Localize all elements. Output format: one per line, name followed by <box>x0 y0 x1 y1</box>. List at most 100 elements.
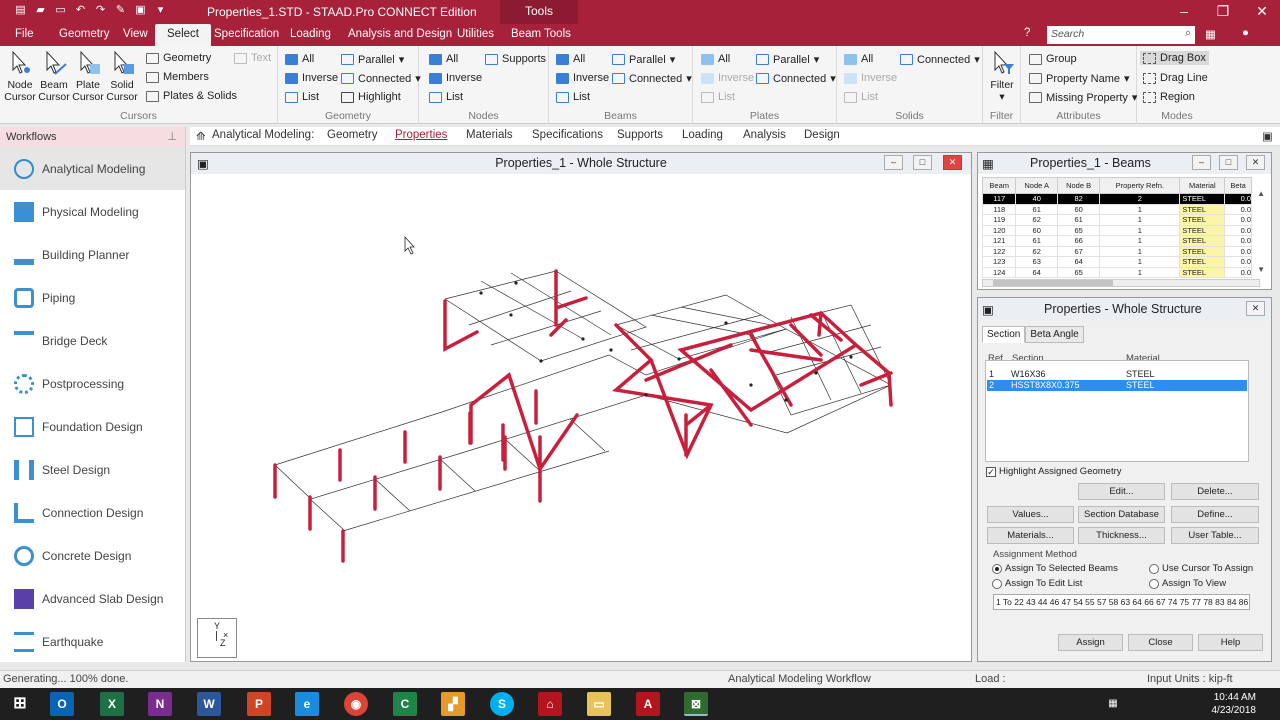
table-cell[interactable]: 0.0 <box>1224 214 1252 226</box>
open-folder-icon[interactable]: ▰ <box>34 4 47 17</box>
column-header[interactable]: Node A <box>1015 177 1058 194</box>
table-cell[interactable]: STEEL <box>1179 203 1226 215</box>
table-cell[interactable]: STEEL <box>1179 256 1226 268</box>
column-header[interactable]: Node B <box>1056 177 1101 194</box>
dialog-close-icon[interactable]: ✕ <box>1246 301 1265 316</box>
table-cell[interactable]: 1 <box>1099 224 1181 236</box>
open-icon[interactable]: ▭ <box>54 4 67 17</box>
plates-inverse-button[interactable]: Inverse <box>701 72 754 84</box>
table-cell[interactable]: 121 <box>981 235 1017 247</box>
table-cell[interactable]: 123 <box>981 256 1017 268</box>
nodes-supports-button[interactable]: Supports <box>485 53 546 65</box>
outlook-icon[interactable]: O <box>50 692 74 716</box>
subtab-materials[interactable]: Materials <box>466 129 513 141</box>
chrome-icon[interactable]: ◉ <box>344 692 368 716</box>
table-cell[interactable]: STEEL <box>1179 235 1226 247</box>
powerpoint-icon[interactable]: P <box>247 692 271 716</box>
subtab-properties[interactable]: Properties <box>395 129 447 141</box>
workflow-physical-modeling[interactable]: Physical Modeling <box>0 190 185 233</box>
highlight-assigned-checkbox[interactable]: ✓ Highlight Assigned Geometry <box>986 466 1122 477</box>
geometry-connected-button[interactable]: Connected ▾ <box>341 72 421 85</box>
subtab-geometry[interactable]: Geometry <box>327 129 378 141</box>
drag-box-button[interactable]: Drag Box <box>1140 51 1209 65</box>
workflow-building-planner[interactable]: Building Planner <box>0 233 185 276</box>
table-cell[interactable]: 120 <box>981 224 1017 236</box>
table-cell[interactable]: 0.0 <box>1224 193 1252 205</box>
solids-all-button[interactable]: All <box>844 53 873 65</box>
account-icon[interactable]: ▦ <box>1205 27 1216 41</box>
plates-connected-button[interactable]: Connected ▾ <box>756 72 836 85</box>
table-cell[interactable]: 0.0 <box>1224 224 1252 236</box>
windows-start-icon[interactable]: ⊞ <box>8 692 32 716</box>
solids-inverse-button[interactable]: Inverse <box>844 72 897 84</box>
table-close-icon[interactable]: ✕ <box>1246 155 1265 170</box>
table-cell[interactable]: 62 <box>1015 214 1058 226</box>
workflow-bridge-deck[interactable]: Bridge Deck <box>0 319 185 362</box>
tab-beam-tools[interactable]: Beam Tools <box>511 28 571 40</box>
viewport-minimize-icon[interactable]: – <box>884 155 903 170</box>
keyboard-icon[interactable]: ▦ <box>1098 692 1128 716</box>
tab-view[interactable]: View <box>123 28 148 40</box>
table-cell[interactable]: 0.0 <box>1224 203 1252 215</box>
workflow-piping[interactable]: Piping <box>0 276 185 319</box>
edit-icon[interactable]: ✎ <box>114 4 127 17</box>
table-minimize-icon[interactable]: – <box>1192 155 1211 170</box>
help-button[interactable]: Help <box>1198 634 1263 651</box>
table-cell[interactable]: 119 <box>981 214 1017 226</box>
user-table-button[interactable]: User Table... <box>1171 527 1259 544</box>
table-row[interactable]: 117 40 82 2 STEEL 0.0 <box>981 193 1252 205</box>
tab-analysis-design[interactable]: Analysis and Design <box>348 28 452 40</box>
minimize-icon[interactable]: – <box>1174 3 1194 19</box>
geometry-inverse-button[interactable]: Inverse <box>285 72 338 84</box>
table-cell[interactable]: 0.0 <box>1224 266 1252 278</box>
table-row[interactable]: 123 63 64 1 STEEL 0.0 <box>981 256 1252 268</box>
plates-all-button[interactable]: All <box>701 53 730 65</box>
word-icon[interactable]: W <box>197 692 221 716</box>
table-cell[interactable]: 1 <box>1099 266 1181 278</box>
pdf-viewer-icon[interactable]: ⌂ <box>538 692 562 716</box>
workflow-analytical-modeling[interactable]: Analytical Modeling <box>0 147 185 190</box>
skype-icon[interactable]: S <box>490 692 514 716</box>
nodes-list-button[interactable]: List <box>429 91 463 103</box>
scroll-down-icon[interactable]: ▼ <box>1257 265 1265 274</box>
table-row[interactable]: 119 62 61 1 STEEL 0.0 <box>981 214 1252 226</box>
assign-to-view-radio[interactable]: Assign To View <box>1149 578 1226 589</box>
table-cell[interactable]: STEEL <box>1179 193 1226 205</box>
delete-button[interactable]: Delete... <box>1171 483 1259 500</box>
attribute-group-button[interactable]: Group <box>1029 53 1077 65</box>
viewport-maximize-icon[interactable]: □ <box>913 155 932 170</box>
plates-list-button[interactable]: List <box>701 91 735 103</box>
subtab-analysis[interactable]: Analysis <box>743 129 786 141</box>
solid-cursor-button[interactable]: Solid Cursor <box>106 50 138 103</box>
geometry-cursor-button[interactable]: Geometry <box>146 52 211 64</box>
geometry-parallel-button[interactable]: Parallel ▾ <box>341 53 404 66</box>
staad-pro-icon[interactable]: ⊠ <box>684 692 708 716</box>
redo-icon[interactable]: ↷ <box>94 4 107 17</box>
context-tools-tab[interactable]: Tools <box>500 0 578 24</box>
table-cell[interactable]: 40 <box>1015 193 1058 205</box>
beams-list-button[interactable]: List <box>556 91 590 103</box>
node-cursor-button[interactable]: Node Cursor <box>4 50 36 103</box>
missing-property-button[interactable]: Missing Property ▾ <box>1029 91 1137 104</box>
table-cell[interactable]: 61 <box>1015 203 1058 215</box>
beams-table[interactable]: Beam Node A Node B Property Refn. Materi… <box>981 177 1252 278</box>
table-cell[interactable]: 2 <box>1099 193 1181 205</box>
table-cell[interactable]: 64 <box>1056 256 1101 268</box>
onenote-icon[interactable]: N <box>148 692 172 716</box>
workflow-connection-design[interactable]: Connection Design <box>0 491 185 534</box>
geometry-highlight-button[interactable]: Highlight <box>341 91 401 103</box>
assign-selected-beams-radio[interactable]: Assign To Selected Beams <box>992 563 1118 574</box>
excel-icon[interactable]: X <box>100 692 124 716</box>
table-row[interactable]: 120 60 65 1 STEEL 0.0 <box>981 224 1252 236</box>
filter-button[interactable]: Filter ▾ <box>986 50 1018 103</box>
tab-geometry[interactable]: Geometry <box>59 28 110 40</box>
table-cell[interactable]: 1 <box>1099 245 1181 257</box>
region-button[interactable]: Region <box>1143 91 1195 103</box>
geometry-list-button[interactable]: List <box>285 91 319 103</box>
undo-icon[interactable]: ↶ <box>74 4 87 17</box>
beams-connected-button[interactable]: Connected ▾ <box>612 72 692 85</box>
text-cursor-button[interactable]: Text <box>234 52 271 64</box>
help-icon[interactable]: ? <box>1024 27 1030 39</box>
assign-edit-list-radio[interactable]: Assign To Edit List <box>992 578 1082 589</box>
viewport-close-icon[interactable]: ✕ <box>943 155 962 170</box>
